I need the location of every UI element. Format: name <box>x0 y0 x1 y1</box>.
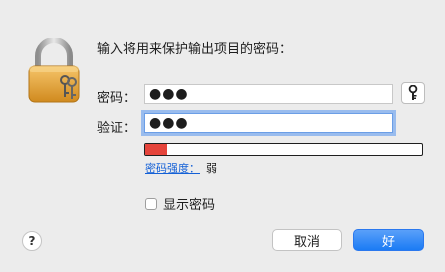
verify-value: ●●● <box>149 115 189 131</box>
verify-label: 验证： <box>97 121 137 136</box>
padlock-with-keys-icon <box>28 38 80 103</box>
key-icon <box>408 85 418 100</box>
strength-meter-fill <box>145 144 168 155</box>
ok-button[interactable]: 好 <box>353 229 424 251</box>
help-button[interactable]: ? <box>22 231 42 251</box>
password-dialog: 输入将用来保护输出项目的密码： 密码： ●●● 验证： ●●● 密码强度： 弱 显… <box>0 0 445 272</box>
password-value: ●●● <box>149 86 189 102</box>
password-strength-meter <box>144 143 423 156</box>
cancel-button[interactable]: 取消 <box>272 229 342 251</box>
password-label: 密码： <box>97 91 137 106</box>
dialog-prompt: 输入将用来保护输出项目的密码： <box>97 42 293 57</box>
password-strength-link[interactable]: 密码强度： <box>145 162 200 175</box>
password-assistant-button[interactable] <box>401 82 425 104</box>
verify-field[interactable]: ●●● <box>144 113 393 133</box>
show-password-checkbox[interactable] <box>145 197 157 210</box>
strength-row: 密码强度： 弱 <box>145 160 217 176</box>
show-password-label: 显示密码 <box>163 198 216 213</box>
show-password-row[interactable]: 显示密码 <box>145 194 215 213</box>
password-field[interactable]: ●●● <box>144 84 393 104</box>
strength-value: 弱 <box>206 162 217 175</box>
